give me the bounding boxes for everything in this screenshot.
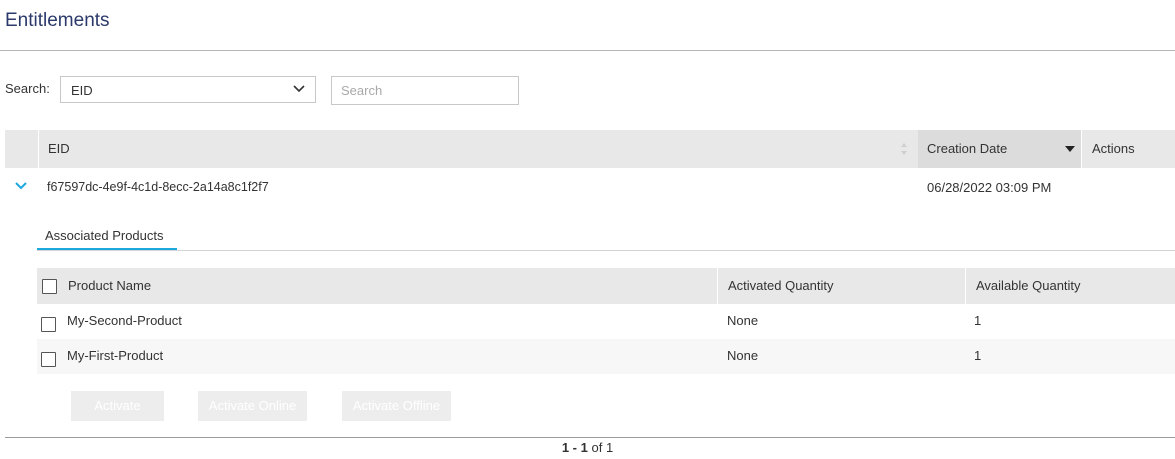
available-quantity-cell: 1	[974, 313, 982, 328]
available-quantity-cell: 1	[974, 348, 982, 363]
chevron-down-icon	[293, 85, 305, 93]
search-input[interactable]: Search	[331, 76, 519, 105]
products-table-header: Product Name Activated Quantity Availabl…	[37, 268, 1175, 304]
chevron-down-icon[interactable]	[14, 179, 28, 193]
activated-quantity-cell: None	[727, 313, 759, 328]
activate-online-button[interactable]: Activate Online	[198, 391, 307, 421]
sort-icon[interactable]	[900, 140, 908, 158]
tab-divider	[37, 250, 1175, 251]
search-field-select[interactable]: EID	[60, 76, 316, 103]
column-header-available-quantity: Available Quantity	[965, 268, 1175, 304]
column-header-product-name: Product Name	[37, 268, 717, 304]
table-row[interactable]: My-First-Product None 1	[37, 339, 1175, 374]
creation-date-cell: 06/28/2022 03:09 PM	[927, 180, 1052, 195]
tab-associated-products[interactable]: Associated Products	[37, 227, 177, 250]
pager: 1 - 1 of 1	[0, 440, 1175, 455]
search-label: Search:	[5, 81, 50, 96]
grid-header: EID Creation Date Actions	[5, 130, 1175, 168]
activate-offline-button[interactable]: Activate Offline	[342, 391, 451, 421]
search-field-value: EID	[71, 83, 93, 98]
footer-divider	[5, 437, 1175, 438]
table-row[interactable]: f67597dc-4e9f-4c1d-8ecc-2a14a8c1f2f7 06/…	[5, 168, 1175, 208]
pager-of-label: of	[591, 440, 603, 455]
row-checkbox[interactable]	[41, 352, 56, 367]
pager-total: 1	[605, 440, 614, 455]
column-header-actions: Actions	[1081, 130, 1175, 168]
title-divider	[0, 50, 1175, 51]
column-header-eid-label: EID	[48, 141, 70, 156]
pager-range: 1 - 1	[561, 440, 588, 455]
column-header-creation-date-label: Creation Date	[927, 141, 1008, 156]
column-header-actions-label: Actions	[1092, 141, 1135, 156]
column-header-product-name-label: Product Name	[68, 278, 152, 293]
column-header-creation-date[interactable]: Creation Date	[918, 130, 1081, 168]
column-header-activated-quantity: Activated Quantity	[717, 268, 965, 304]
product-name-cell: My-First-Product	[67, 348, 164, 363]
column-header-eid[interactable]: EID	[38, 130, 918, 168]
row-checkbox[interactable]	[41, 317, 56, 332]
activate-button[interactable]: Activate	[71, 391, 164, 421]
tab-label: Associated Products	[45, 228, 164, 243]
table-row[interactable]: My-Second-Product None 1	[37, 304, 1175, 339]
page-title: Entitlements	[5, 10, 110, 31]
search-placeholder: Search	[341, 83, 383, 98]
eid-cell: f67597dc-4e9f-4c1d-8ecc-2a14a8c1f2f7	[47, 180, 269, 194]
activated-quantity-cell: None	[727, 348, 759, 363]
column-header-activated-quantity-label: Activated Quantity	[728, 278, 834, 293]
product-name-cell: My-Second-Product	[67, 313, 182, 328]
column-header-available-quantity-label: Available Quantity	[976, 278, 1081, 293]
sort-desc-icon	[1065, 146, 1075, 152]
